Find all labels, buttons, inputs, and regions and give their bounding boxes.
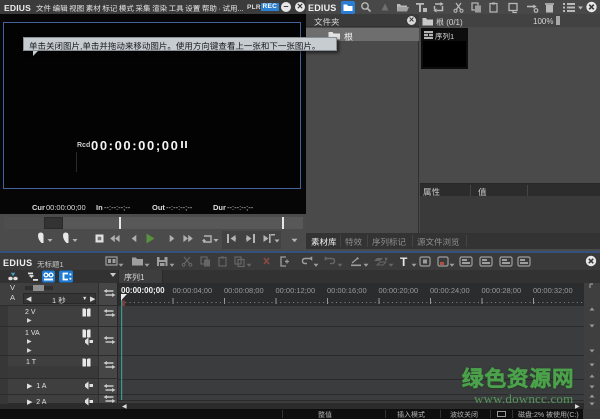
svg-text:T: T [400,255,408,269]
svg-text:00:00:20;00: 00:00:20;00 [379,286,419,295]
svg-text:00:00:28;00: 00:00:28;00 [482,286,522,295]
svg-text:00:00:24;00: 00:00:24;00 [430,286,470,295]
svg-text:00:00:04;00: 00:00:04;00 [173,286,213,295]
svg-text:00:00:08;00: 00:00:08;00 [224,286,264,295]
svg-text:00:00:00;00: 00:00:00;00 [121,286,165,295]
svg-text:00:00:12;00: 00:00:12;00 [276,286,316,295]
svg-text:00:00:16;00: 00:00:16;00 [327,286,367,295]
svg-text:00:00:32;00: 00:00:32;00 [533,286,573,295]
